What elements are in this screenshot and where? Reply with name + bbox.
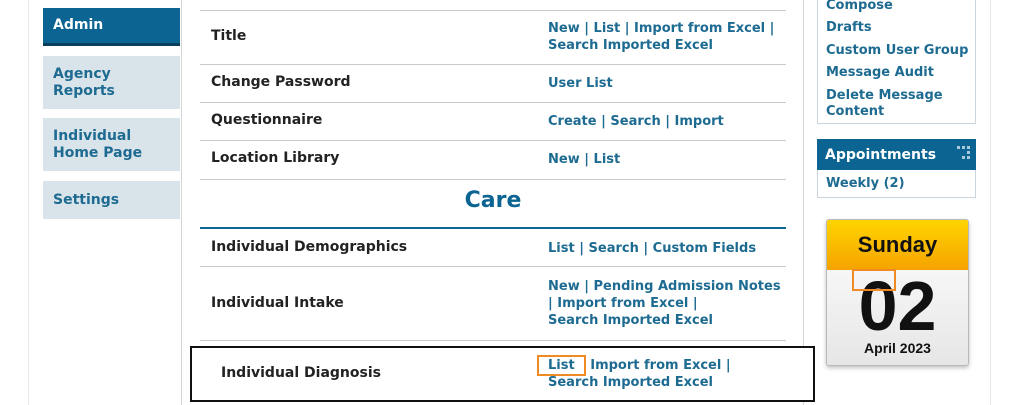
user-list-link[interactable]: User List (548, 76, 613, 91)
separator: | (584, 21, 589, 36)
row-location-library-label: Location Library (211, 150, 340, 166)
separator: | (692, 296, 698, 311)
row-title: Title New | List | Import from Excel | S… (200, 10, 786, 65)
row-intake-links: New | Pending Admission Notes | Import f… (548, 278, 781, 329)
row-change-password-label: Change Password (211, 74, 351, 90)
separator: | (624, 21, 630, 36)
care-section-title: Care (464, 188, 522, 213)
grip-dots-icon[interactable] (956, 145, 972, 161)
row-questionnaire: Questionnaire Create | Search | Import (200, 103, 786, 141)
questionnaire-create-link[interactable]: Create (548, 114, 597, 129)
calendar-weekday: Sunday (827, 220, 968, 270)
compose-link[interactable]: Compose (826, 0, 893, 14)
demographics-list-link[interactable]: List (548, 241, 575, 256)
separator: | (584, 279, 589, 294)
diagnosis-search-imported-excel-link[interactable]: Search Imported Excel (548, 375, 713, 390)
separator: | (579, 241, 584, 256)
calendar-month-year: April 2023 (864, 340, 931, 356)
nav-settings[interactable]: Settings (43, 181, 180, 219)
nav-individual-home-page-label: Individual Home Page (53, 127, 143, 161)
row-individual-demographics: Individual Demographics List | Search | … (200, 229, 786, 267)
row-change-password: Change Password User List (200, 65, 786, 103)
row-diagnosis-label: Individual Diagnosis (221, 365, 381, 381)
demographics-custom-fields-link[interactable]: Custom Fields (653, 241, 756, 256)
row-change-password-links: User List (548, 75, 613, 92)
row-diagnosis-links: List Import from Excel | Search Imported… (537, 355, 731, 391)
nav-agency-reports[interactable]: Agency Reports (43, 56, 180, 109)
separator: | (548, 296, 553, 311)
page-frame-right (990, 0, 991, 405)
intake-new-link[interactable]: New (548, 279, 580, 294)
nav-admin[interactable]: Admin (43, 8, 180, 46)
nav-individual-home-page[interactable]: Individual Home Page (43, 118, 180, 171)
calendar-widget: Sunday 02 April 2023 (826, 219, 969, 366)
title-list-link[interactable]: List (594, 21, 621, 36)
appointments-header: Appointments (817, 139, 976, 170)
row-demographics-label: Individual Demographics (211, 239, 408, 255)
diagnosis-list-link[interactable]: List (537, 355, 586, 376)
row-intake-label: Individual Intake (211, 295, 344, 311)
row-individual-intake: Individual Intake New | Pending Admissio… (200, 267, 786, 341)
location-list-link[interactable]: List (594, 152, 621, 167)
diagnosis-import-excel-link[interactable]: Import from Excel (590, 358, 721, 373)
custom-user-group-link[interactable]: Custom User Group (826, 43, 968, 59)
intake-import-excel-link[interactable]: Import from Excel (557, 296, 688, 311)
title-import-excel-link[interactable]: Import from Excel (634, 21, 765, 36)
row-questionnaire-label: Questionnaire (211, 112, 323, 128)
page-frame-left (28, 0, 29, 405)
row-demographics-links: List | Search | Custom Fields (548, 240, 756, 257)
demographics-search-link[interactable]: Search (589, 241, 639, 256)
intake-pending-admission-notes-link[interactable]: Pending Admission Notes (594, 279, 781, 294)
separator: | (584, 152, 589, 167)
nav-admin-label: Admin (53, 17, 104, 33)
location-new-link[interactable]: New (548, 152, 580, 167)
nav-settings-label: Settings (53, 191, 120, 208)
row-location-library-links: New | List (548, 151, 620, 168)
separator: | (665, 114, 670, 129)
separator: | (601, 114, 606, 129)
row-title-label: Title (211, 28, 247, 44)
delete-message-content-link[interactable]: Delete Message Content (826, 88, 943, 120)
row-individual-diagnosis: Individual Diagnosis List Import from Ex… (190, 346, 815, 402)
questionnaire-search-link[interactable]: Search (610, 114, 660, 129)
separator: | (725, 358, 731, 373)
appointments-panel: Weekly (2) (817, 170, 976, 198)
title-search-imported-excel-link[interactable]: Search Imported Excel (548, 38, 713, 53)
main-panel: Title New | List | Import from Excel | S… (181, 0, 804, 405)
row-title-links: New | List | Import from Excel | Search … (548, 20, 774, 54)
drafts-link[interactable]: Drafts (826, 20, 872, 36)
separator: | (769, 21, 775, 36)
weekly-appointments-link[interactable]: Weekly (2) (826, 176, 905, 192)
title-new-link[interactable]: New (548, 21, 580, 36)
calendar-day: 02 (858, 267, 937, 345)
nav-agency-reports-label: Agency Reports (53, 65, 115, 99)
row-location-library: Location Library New | List (200, 141, 786, 180)
message-audit-link[interactable]: Message Audit (826, 65, 934, 81)
row-questionnaire-links: Create | Search | Import (548, 113, 724, 130)
questionnaire-import-link[interactable]: Import (675, 114, 724, 129)
messages-panel: Compose Drafts Custom User Group Message… (817, 0, 976, 124)
intake-search-imported-excel-link[interactable]: Search Imported Excel (548, 313, 713, 328)
appointments-title: Appointments (825, 147, 937, 163)
separator: | (643, 241, 649, 256)
calendar-focus-marker (852, 269, 896, 291)
